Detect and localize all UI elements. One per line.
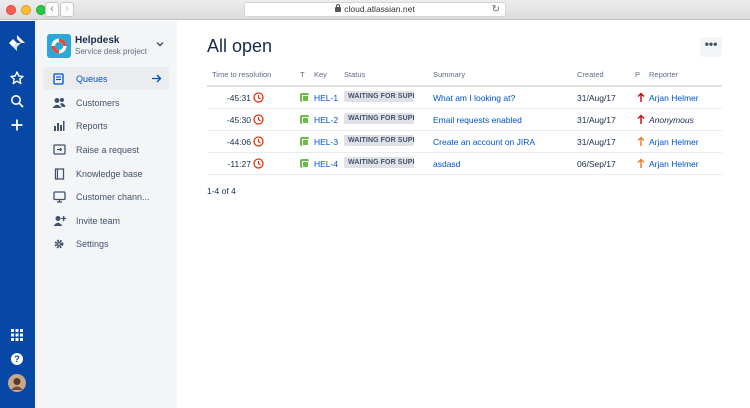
table-row[interactable]: -45:30 HEL-2 WAITING FOR SUPP... Email requ… — [207, 109, 722, 131]
reports-icon — [51, 119, 67, 133]
sidebar-item-label: Invite team — [76, 215, 121, 226]
created-date: 31/Aug/17 — [577, 115, 616, 125]
sidebar-item-label: Settings — [76, 238, 109, 249]
user-avatar[interactable] — [8, 374, 26, 392]
issue-summary-link[interactable]: Create an account on JIRA — [433, 137, 535, 147]
minimize-window-button[interactable] — [21, 5, 31, 15]
address-bar[interactable]: cloud.atlassian.net ↻ — [244, 2, 506, 17]
issue-type-icon — [300, 93, 309, 102]
svg-text:?: ? — [14, 354, 20, 364]
status-badge: WAITING FOR SUPP... — [344, 157, 414, 168]
issue-summary-link[interactable]: asdasd — [433, 159, 460, 169]
issue-type-icon — [300, 115, 309, 124]
more-actions-button[interactable]: ••• — [700, 37, 722, 57]
forward-button[interactable]: › — [60, 2, 74, 17]
table-row[interactable]: -11:27 HEL-4 WAITING FOR SUPP... asdasd 06/S… — [207, 153, 722, 175]
pagination-count: 1-4 of 4 — [207, 186, 236, 196]
lock-icon — [335, 4, 342, 12]
url-text: cloud.atlassian.net — [344, 4, 415, 14]
status-badge: WAITING FOR SUPP... — [344, 113, 414, 124]
app-switcher-icon[interactable] — [8, 326, 26, 344]
sidebar-item-customers[interactable]: Customers — [43, 91, 169, 114]
priority-arrow-up-icon — [637, 92, 645, 102]
sidebar-item-label: Queues — [76, 73, 108, 84]
clock-icon — [253, 92, 264, 103]
status-badge: WAITING FOR SUPP... — [344, 91, 414, 102]
sidebar-item-label: Customers — [76, 97, 120, 108]
sidebar-item-reports[interactable]: Reports — [43, 114, 169, 137]
sidebar-item-label: Raise a request — [76, 144, 140, 155]
issue-key-link[interactable]: HEL-1 — [314, 93, 338, 103]
time-to-resolution: -11:27 — [227, 159, 251, 169]
reporter[interactable]: Arjan Helmer — [649, 93, 699, 103]
page-title: All open — [207, 36, 273, 56]
back-button[interactable]: ‹ — [45, 2, 59, 17]
create-icon[interactable] — [8, 116, 26, 134]
sidebar-item-knowledge-base[interactable]: Knowledge base — [43, 162, 169, 185]
invite-team-icon — [51, 214, 67, 228]
column-header-key[interactable]: Key — [314, 70, 327, 79]
reporter[interactable]: Arjan Helmer — [649, 137, 699, 147]
issue-summary-link[interactable]: Email requests enabled — [433, 115, 522, 125]
table-row[interactable]: -44:06 HEL-3 WAITING FOR SUPP... Create an … — [207, 131, 722, 153]
column-header-summary[interactable]: Summary — [433, 70, 465, 79]
created-date: 31/Aug/17 — [577, 93, 616, 103]
column-header-type[interactable]: T — [300, 70, 305, 79]
priority-arrow-up-icon — [637, 136, 645, 146]
jira-logo-icon[interactable] — [8, 34, 26, 52]
star-icon[interactable] — [8, 69, 26, 87]
knowledge-base-icon — [51, 167, 67, 181]
sidebar-item-queues[interactable]: Queues — [43, 67, 169, 90]
clock-icon — [253, 114, 264, 125]
issue-key-link[interactable]: HEL-3 — [314, 137, 338, 147]
customers-icon — [51, 96, 67, 110]
clock-icon — [253, 136, 264, 147]
sidebar-item-raise-a-request[interactable]: Raise a request — [43, 138, 169, 161]
help-icon[interactable]: ? — [8, 350, 26, 368]
issue-key-link[interactable]: HEL-2 — [314, 115, 338, 125]
reporter: Anonymous — [649, 115, 694, 125]
column-header-created[interactable]: Created — [577, 70, 604, 79]
gear-icon — [51, 237, 67, 251]
created-date: 06/Sep/17 — [577, 159, 616, 169]
sidebar-item-label: Knowledge base — [76, 168, 143, 179]
close-window-button[interactable] — [6, 5, 16, 15]
time-to-resolution: -45:30 — [226, 115, 251, 125]
sidebar-item-invite-team[interactable]: Invite team — [43, 209, 169, 232]
project-type: Service desk project — [75, 47, 148, 56]
browser-toolbar: ‹ › cloud.atlassian.net ↻ — [0, 0, 750, 20]
priority-arrow-up-icon — [637, 114, 645, 124]
time-to-resolution: -45:31 — [226, 93, 251, 103]
issue-type-icon — [300, 137, 309, 146]
reload-icon[interactable]: ↻ — [492, 3, 500, 16]
column-header-time-to-resolution[interactable]: Time to resolution — [212, 70, 271, 79]
column-header-reporter[interactable]: Reporter — [649, 70, 678, 79]
global-nav: ? — [0, 21, 35, 408]
customer-channels-icon — [51, 190, 67, 204]
issue-summary-link[interactable]: What am I looking at? — [433, 93, 515, 103]
reporter[interactable]: Arjan Helmer — [649, 159, 699, 169]
project-avatar[interactable] — [47, 34, 71, 58]
issue-key-link[interactable]: HEL-4 — [314, 159, 338, 169]
table-row[interactable]: -45:31 HEL-1 WAITING FOR SUPP... What am I … — [207, 87, 722, 109]
created-date: 31/Aug/17 — [577, 137, 616, 147]
arrow-right-icon — [152, 74, 162, 83]
time-to-resolution: -44:06 — [226, 137, 251, 147]
issue-type-icon — [300, 159, 309, 168]
priority-arrow-up-icon — [637, 158, 645, 168]
sidebar-item-label: Customer chann... — [76, 191, 150, 202]
project-name[interactable]: Helpdesk — [75, 35, 119, 46]
sidebar-item-customer-channels[interactable]: Customer chann... — [43, 185, 169, 208]
column-header-status[interactable]: Status — [344, 70, 365, 79]
search-icon[interactable] — [8, 92, 26, 110]
sidebar-item-label: Reports — [76, 120, 108, 131]
raise-request-icon — [51, 143, 67, 157]
clock-icon — [253, 158, 264, 169]
sidebar-item-settings[interactable]: Settings — [43, 232, 169, 255]
chevron-down-icon[interactable] — [155, 39, 165, 49]
queues-icon — [51, 72, 67, 86]
project-sidebar: Helpdesk Service desk project Queues Cus… — [35, 21, 177, 408]
status-badge: WAITING FOR SUPP... — [344, 135, 414, 146]
column-header-priority[interactable]: P — [635, 70, 640, 79]
